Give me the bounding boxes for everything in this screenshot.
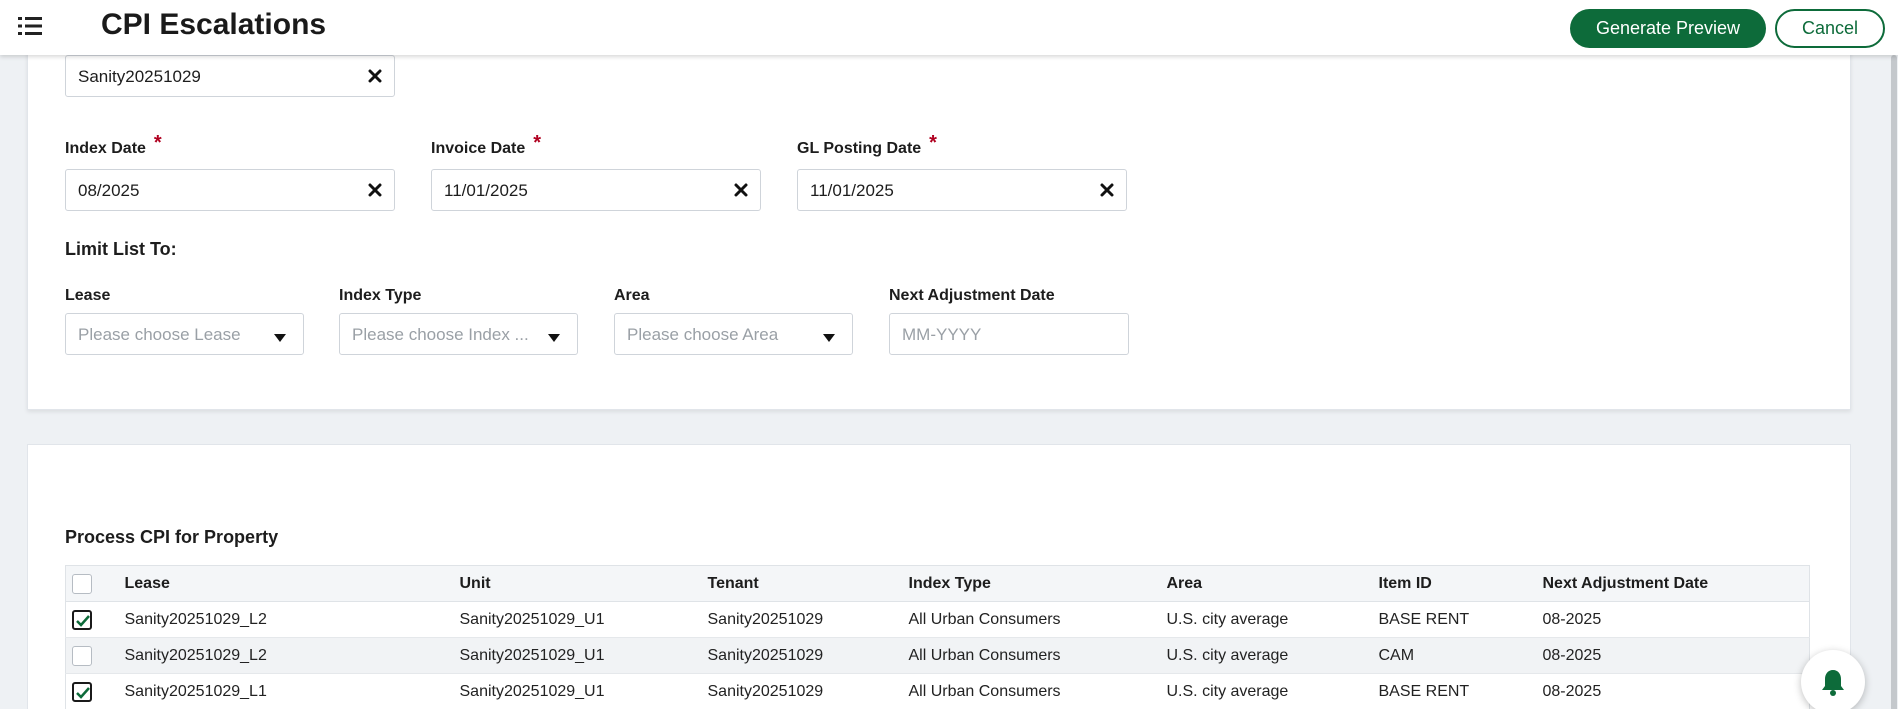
next-adjustment-date-placeholder: MM-YYYY: [902, 325, 982, 344]
list-menu-icon[interactable]: [18, 16, 42, 36]
limit-list-title: Limit List To:: [65, 239, 177, 259]
index-date-field[interactable]: 08/2025: [65, 169, 395, 211]
select-all-cell: [65, 565, 117, 602]
required-marker: *: [929, 132, 937, 154]
tenant-cell: Sanity20251029: [699, 637, 901, 674]
area-cell: U.S. city average: [1158, 601, 1371, 638]
gl-posting-date-field[interactable]: 11/01/2025: [797, 169, 1127, 211]
property-input[interactable]: Sanity20251029: [65, 55, 395, 97]
unit-cell: Sanity20251029_U1: [451, 601, 700, 638]
index-type-select[interactable]: Please choose Index ...: [339, 313, 578, 355]
next-adjustment-date-input[interactable]: MM-YYYY: [889, 313, 1129, 355]
index-type-cell: All Urban Consumers: [900, 601, 1159, 638]
index-date-value: 08/2025: [78, 181, 140, 200]
process-card: Process CPI for Property Lease Unit Tena…: [27, 444, 1851, 709]
page-title: CPI Escalations: [101, 8, 327, 41]
lease-label: Lease: [65, 287, 111, 304]
index-type-cell: All Urban Consumers: [900, 673, 1159, 709]
caret-down-icon[interactable]: [822, 330, 836, 342]
area-select[interactable]: Please choose Area: [614, 313, 853, 355]
tenant-cell: Sanity20251029: [699, 601, 901, 638]
top-bar: CPI Escalations Generate Preview Cancel: [0, 0, 1898, 55]
table-row[interactable]: Sanity20251029_L2 Sanity20251029_U1 Sani…: [65, 601, 1810, 638]
item-id-cell: BASE RENT: [1370, 673, 1535, 709]
process-table: Lease Unit Tenant Index Type Area Item I…: [65, 565, 1810, 709]
table-row[interactable]: Sanity20251029_L2 Sanity20251029_U1 Sani…: [65, 637, 1810, 674]
column-header[interactable]: Tenant: [699, 565, 901, 602]
area-placeholder: Please choose Area: [627, 325, 779, 344]
next-adjustment-cell: 08-2025: [1534, 673, 1810, 709]
row-select-cell: [65, 637, 117, 674]
next-adjustment-cell: 08-2025: [1534, 637, 1810, 674]
unit-cell: Sanity20251029_U1: [451, 673, 700, 709]
column-header[interactable]: Lease: [116, 565, 452, 602]
index-type-placeholder: Please choose Index ...: [352, 325, 529, 344]
next-adjustment-cell: 08-2025: [1534, 601, 1810, 638]
filters-card: Sanity20251029 Index Date * 08/2025 Invoi…: [27, 40, 1851, 410]
row-checkbox-checked[interactable]: [72, 609, 92, 630]
area-cell: U.S. city average: [1158, 673, 1371, 709]
column-header[interactable]: Next Adjustment Date: [1534, 565, 1810, 602]
table-header-row: Lease Unit Tenant Index Type Area Item I…: [65, 565, 1810, 602]
lease-cell: Sanity20251029_L1: [116, 673, 452, 709]
index-type-cell: All Urban Consumers: [900, 637, 1159, 674]
bell-icon: [1822, 670, 1844, 696]
invoice-date-field[interactable]: 11/01/2025: [431, 169, 761, 211]
required-marker: *: [153, 132, 162, 154]
row-select-cell: [65, 673, 117, 709]
page-scrollbar[interactable]: [1890, 55, 1898, 709]
clear-icon[interactable]: [732, 181, 750, 199]
process-title: Process CPI for Property: [65, 527, 279, 547]
column-header[interactable]: Unit: [451, 565, 700, 602]
lease-cell: Sanity20251029_L2: [116, 601, 452, 638]
row-checkbox[interactable]: [72, 645, 92, 666]
index-date-label: Index Date *: [65, 132, 162, 157]
item-id-cell: CAM: [1370, 637, 1535, 674]
property-value: Sanity20251029: [78, 67, 201, 86]
row-checkbox-checked[interactable]: [72, 681, 92, 702]
clear-icon[interactable]: [1098, 181, 1116, 199]
next-adjustment-date-label: Next Adjustment Date: [889, 287, 1055, 304]
invoice-date-label: Invoice Date *: [431, 132, 542, 157]
notification-button[interactable]: [1801, 650, 1865, 709]
lease-placeholder: Please choose Lease: [78, 325, 241, 344]
lease-cell: Sanity20251029_L2: [116, 637, 452, 674]
scrollbar-thumb[interactable]: [1891, 55, 1897, 709]
invoice-date-value: 11/01/2025: [444, 181, 528, 200]
caret-down-icon[interactable]: [273, 330, 287, 342]
generate-preview-button[interactable]: Generate Preview: [1570, 9, 1766, 48]
area-cell: U.S. city average: [1158, 637, 1371, 674]
clear-icon[interactable]: [366, 67, 384, 85]
column-header[interactable]: Item ID: [1370, 565, 1535, 602]
area-label: Area: [614, 287, 650, 304]
gl-posting-date-label: GL Posting Date *: [797, 132, 937, 157]
table-row[interactable]: Sanity20251029_L1 Sanity20251029_U1 Sani…: [65, 673, 1810, 709]
item-id-cell: BASE RENT: [1370, 601, 1535, 638]
tenant-cell: Sanity20251029: [699, 673, 901, 709]
select-all-checkbox[interactable]: [72, 573, 92, 594]
column-header[interactable]: Index Type: [900, 565, 1159, 602]
gl-posting-date-value: 11/01/2025: [810, 181, 894, 200]
clear-icon[interactable]: [366, 181, 384, 199]
index-type-label: Index Type: [339, 287, 422, 304]
required-marker: *: [533, 132, 542, 154]
unit-cell: Sanity20251029_U1: [451, 637, 700, 674]
caret-down-icon[interactable]: [547, 330, 561, 342]
cancel-button[interactable]: Cancel: [1775, 9, 1885, 48]
row-select-cell: [65, 601, 117, 638]
lease-select[interactable]: Please choose Lease: [65, 313, 304, 355]
column-header[interactable]: Area: [1158, 565, 1371, 602]
